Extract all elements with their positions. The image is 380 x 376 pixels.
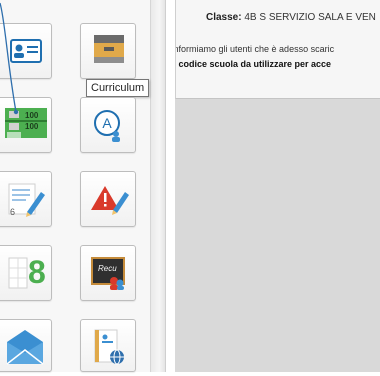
notice-panel: Classe: 4B S SERVIZIO SALA E VEN Informi…: [175, 0, 380, 99]
id-card-icon: [10, 39, 42, 63]
assignment-tile[interactable]: 6: [0, 171, 52, 227]
svg-text:6: 6: [10, 207, 15, 217]
registry-card-tile[interactable]: [0, 23, 52, 79]
grades-tile[interactable]: 100 100: [0, 97, 52, 153]
sidebar-scrollbar[interactable]: [151, 0, 166, 372]
edit-sheet-icon: 6: [8, 183, 45, 217]
main-content-area: Classe: 4B S SERVIZIO SALA E VEN Informi…: [175, 0, 380, 372]
envelope-icon: [6, 330, 44, 365]
grade-value-1: 100: [25, 111, 39, 120]
svg-text:A: A: [102, 115, 112, 131]
messages-tile[interactable]: [0, 319, 52, 372]
info-text: Informiamo gli utenti che è adesso scari…: [175, 44, 335, 54]
timetable-tile[interactable]: 8: [0, 245, 52, 301]
discipline-tile[interactable]: [80, 171, 136, 227]
class-label: Classe:: [206, 12, 242, 23]
class-info: Classe: 4B S SERVIZIO SALA E VEN: [206, 12, 376, 23]
drawer-icon: [94, 35, 124, 63]
chalkboard-users-icon: [91, 257, 125, 290]
school-code-text: Il codice scuola da utilizzare per acce: [175, 59, 332, 69]
curriculum-tooltip: Curriculum: [86, 79, 150, 97]
slate-text: Recu: [98, 264, 117, 273]
class-value: 4B S SERVIZIO SALA E VEN: [244, 12, 376, 23]
letter-a-user-icon: A: [94, 110, 120, 142]
warning-edit-icon: [91, 186, 129, 215]
grade-value-2: 100: [25, 122, 39, 131]
web-document-icon: [94, 329, 124, 365]
number-value: 8: [28, 254, 46, 290]
recovery-tile[interactable]: Recu: [80, 245, 136, 301]
documents-tile[interactable]: [80, 319, 136, 372]
curriculum-tile[interactable]: [80, 23, 136, 79]
activity-tile[interactable]: A: [80, 97, 136, 153]
